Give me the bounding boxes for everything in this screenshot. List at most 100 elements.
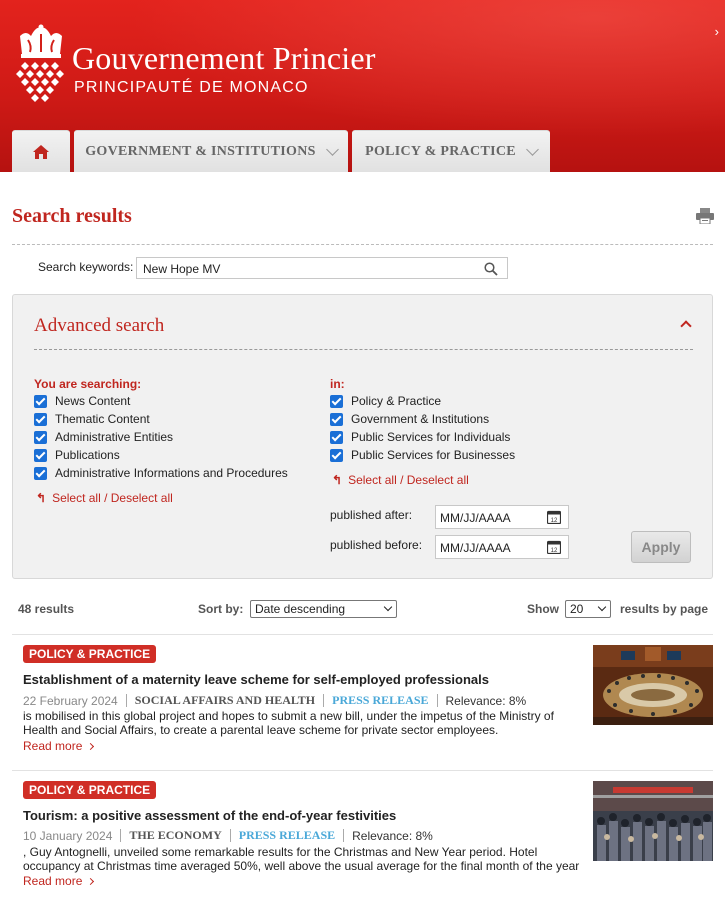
arrow-up-icon: ↰ xyxy=(36,491,47,505)
read-more-label: Read more xyxy=(23,739,83,753)
sort-value: Date descending xyxy=(255,602,346,616)
chevron-down-icon xyxy=(526,142,539,156)
checkbox-label: Policy & Practice xyxy=(351,394,442,408)
select-all-link-left[interactable]: ↰ Select all / Deselect all xyxy=(36,491,173,505)
read-more-link[interactable]: Read more xyxy=(23,739,95,753)
meta-separator xyxy=(343,829,345,842)
search-input[interactable]: New Hope MV xyxy=(136,257,508,279)
header-arrow-icon[interactable]: › xyxy=(715,24,719,39)
sort-select[interactable]: Date descending xyxy=(250,600,397,618)
checkbox-checked-icon[interactable] xyxy=(330,430,343,444)
search-label: Search keywords: xyxy=(38,260,134,274)
brand-title[interactable]: Gouvernement Princier xyxy=(72,40,376,77)
checkbox-label: Publications xyxy=(55,448,120,462)
checkbox-label: Administrative Informations and Procedur… xyxy=(55,466,288,480)
published-after-label: published after: xyxy=(330,508,413,522)
chevron-right-icon xyxy=(87,877,95,885)
search-icon[interactable] xyxy=(484,262,498,276)
page-size-select[interactable]: 20 xyxy=(565,600,611,618)
per-page-label: results by page xyxy=(620,602,709,616)
result-excerpt: is mobilised in this global project and … xyxy=(23,709,554,737)
result-category[interactable]: SOCIAL AFFAIRS AND HEALTH xyxy=(135,693,315,708)
checkbox-checked-icon[interactable] xyxy=(34,466,47,480)
checkbox-row[interactable]: Government & Institutions xyxy=(330,410,515,428)
checkbox-label: Thematic Content xyxy=(55,412,150,426)
select-all-label: Select all / Deselect all xyxy=(348,473,469,487)
checkbox-row[interactable]: Administrative Entities xyxy=(34,428,288,446)
checkbox-row[interactable]: Policy & Practice xyxy=(330,392,515,410)
chevron-down-icon xyxy=(383,602,393,612)
print-icon[interactable] xyxy=(696,208,714,224)
advanced-search-title[interactable]: Advanced search xyxy=(34,315,164,337)
show-label: Show xyxy=(527,602,559,616)
nav-tab-label: GOVERNMENT & INSTITUTIONS xyxy=(85,143,316,159)
result-title[interactable]: Tourism: a positive assessment of the en… xyxy=(23,808,396,823)
meta-separator xyxy=(436,694,438,707)
result-meta: 10 January 2024 THE ECONOMY PRESS RELEAS… xyxy=(23,828,433,843)
page-title: Search results xyxy=(12,205,132,227)
content-type-list: News Content Thematic Content Administra… xyxy=(34,392,288,482)
checkbox-checked-icon[interactable] xyxy=(330,412,343,426)
checkbox-row[interactable]: Public Services for Businesses xyxy=(330,446,515,464)
checkbox-label: Administrative Entities xyxy=(55,430,174,444)
svg-text:12: 12 xyxy=(551,548,558,554)
checkbox-row[interactable]: Publications xyxy=(34,446,288,464)
divider xyxy=(12,634,713,635)
calendar-icon[interactable]: 12 xyxy=(547,510,561,524)
chevron-down-icon xyxy=(325,142,339,156)
category-badge[interactable]: POLICY & PRACTICE xyxy=(23,645,157,663)
checkbox-checked-icon[interactable] xyxy=(34,430,47,444)
divider xyxy=(12,770,713,771)
checkbox-row[interactable]: Administrative Informations and Procedur… xyxy=(34,464,288,482)
select-all-link-right[interactable]: ↰ Select all / Deselect all xyxy=(332,473,469,487)
meta-separator xyxy=(323,694,325,707)
chevron-down-icon xyxy=(597,602,607,612)
section-list: Policy & Practice Government & Instituti… xyxy=(330,392,515,464)
result-thumbnail-assembly[interactable] xyxy=(593,645,713,725)
checkbox-checked-icon[interactable] xyxy=(34,448,47,462)
checkbox-checked-icon[interactable] xyxy=(330,394,343,408)
category-badge[interactable]: POLICY & PRACTICE xyxy=(23,781,157,799)
checkbox-row[interactable]: News Content xyxy=(34,392,288,410)
nav-tab-policy[interactable]: POLICY & PRACTICE xyxy=(352,130,550,172)
checkbox-checked-icon[interactable] xyxy=(330,448,343,462)
home-icon xyxy=(33,144,49,159)
result-title[interactable]: Establishment of a maternity leave schem… xyxy=(23,672,489,687)
checkbox-row[interactable]: Public Services for Individuals xyxy=(330,428,515,446)
nav-tab-home[interactable] xyxy=(12,130,70,172)
svg-text:12: 12 xyxy=(551,518,558,524)
checkbox-row[interactable]: Thematic Content xyxy=(34,410,288,428)
result-date: 10 January 2024 xyxy=(23,828,113,843)
main-nav: GOVERNMENT & INSTITUTIONS POLICY & PRACT… xyxy=(12,130,550,172)
checkbox-checked-icon[interactable] xyxy=(34,394,47,408)
sort-label: Sort by: xyxy=(198,602,244,616)
result-type[interactable]: PRESS RELEASE xyxy=(239,828,335,843)
site-header: Gouvernement Princier PRINCIPAUTÉ DE MON… xyxy=(0,0,725,172)
checkbox-checked-icon[interactable] xyxy=(34,412,47,426)
nav-tab-government[interactable]: GOVERNMENT & INSTITUTIONS xyxy=(74,130,348,172)
divider xyxy=(34,349,693,350)
result-relevance: Relevance: 8% xyxy=(445,693,527,708)
checkbox-label: Government & Institutions xyxy=(351,412,490,426)
result-excerpt: , Guy Antognelli, unveiled some remarkab… xyxy=(23,845,580,873)
result-relevance: Relevance: 8% xyxy=(352,828,433,843)
result-thumbnail-crowd[interactable] xyxy=(593,781,713,861)
divider xyxy=(12,244,713,245)
crown-logo-icon[interactable] xyxy=(16,24,66,102)
calendar-icon[interactable]: 12 xyxy=(547,540,561,554)
apply-button[interactable]: Apply xyxy=(631,531,691,563)
result-type[interactable]: PRESS RELEASE xyxy=(332,693,428,708)
select-all-label: Select all / Deselect all xyxy=(52,491,173,505)
read-more-label: Read more xyxy=(23,874,83,888)
result-date: 22 February 2024 xyxy=(23,693,118,708)
result-category[interactable]: THE ECONOMY xyxy=(129,828,221,843)
read-more-link[interactable]: Read more xyxy=(23,874,95,888)
checkbox-label: News Content xyxy=(55,394,131,408)
nav-tab-label: POLICY & PRACTICE xyxy=(365,143,516,159)
results-count: 48 results xyxy=(18,602,75,616)
published-before-label: published before: xyxy=(330,538,423,552)
collapse-caret-icon[interactable] xyxy=(680,320,692,332)
arrow-up-icon: ↰ xyxy=(332,473,343,487)
advanced-search-panel: Advanced search You are searching: News … xyxy=(12,294,713,579)
result-meta: 22 February 2024 SOCIAL AFFAIRS AND HEAL… xyxy=(23,693,526,708)
